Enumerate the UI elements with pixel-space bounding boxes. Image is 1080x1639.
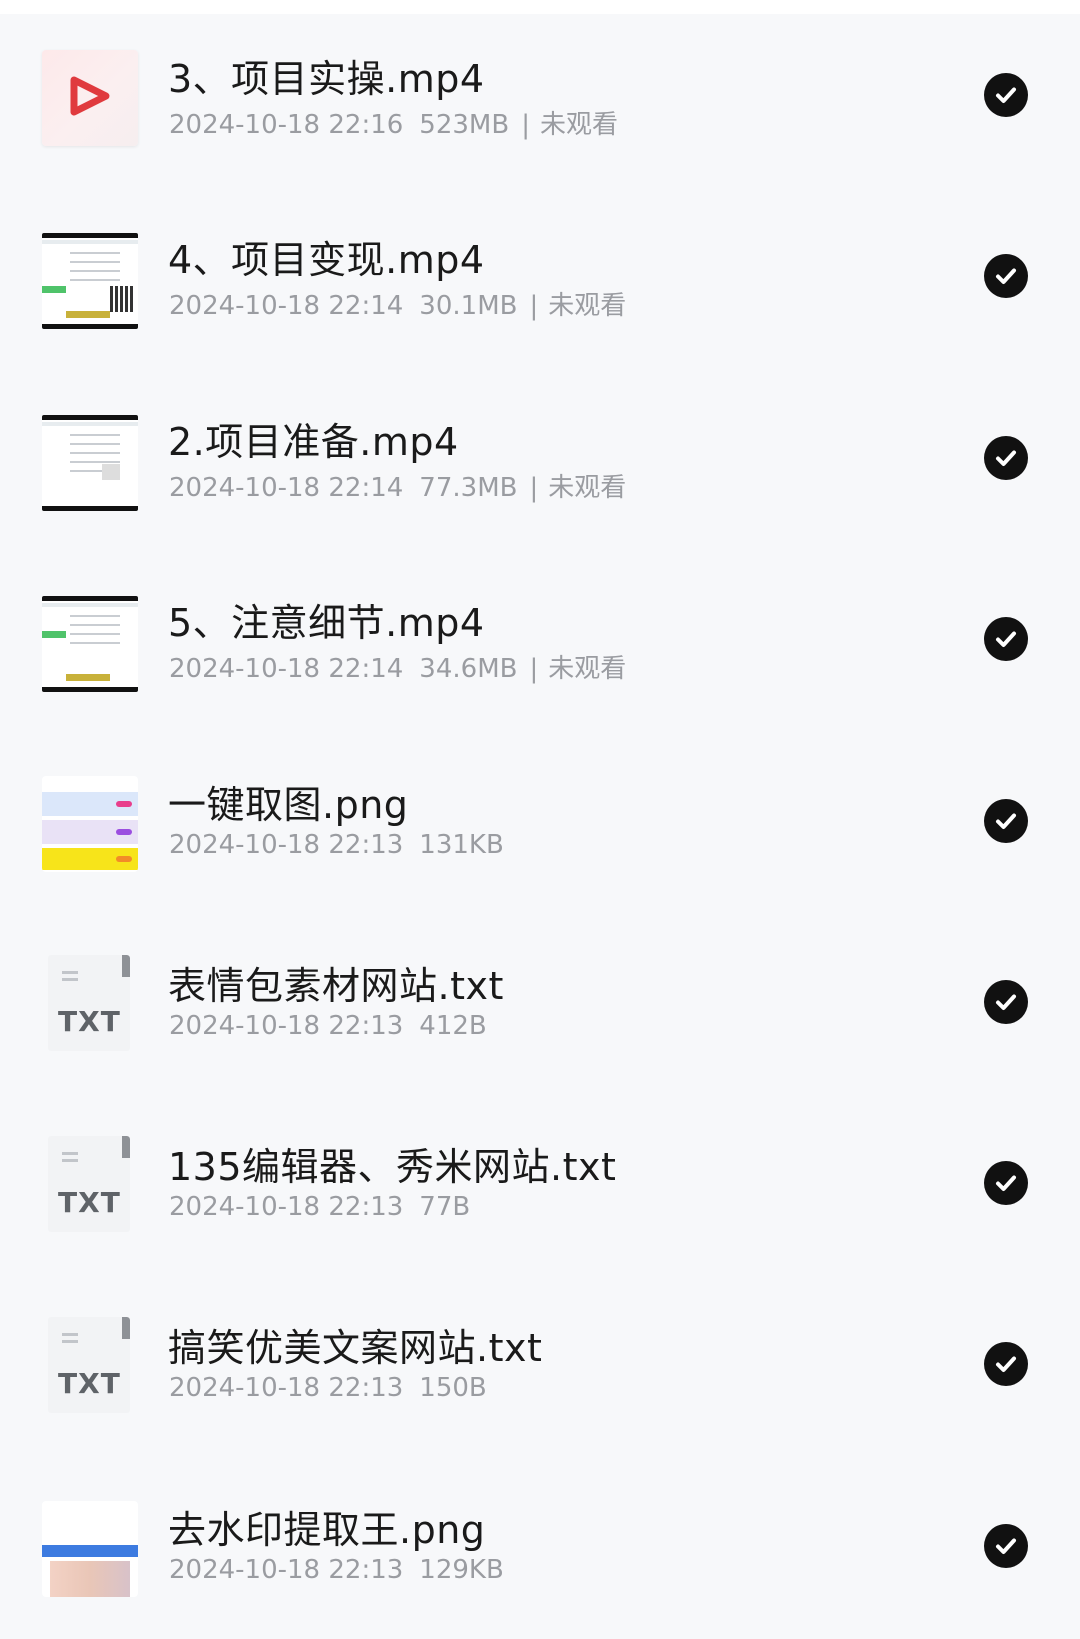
file-date: 2024-10-18 22:13 xyxy=(169,1555,404,1585)
image-thumbnail xyxy=(42,776,138,872)
file-name: 4、项目变现.mp4 xyxy=(168,238,485,282)
video-thumbnail xyxy=(42,415,138,511)
file-meta: 2024-10-18 22:13 129KB xyxy=(169,1555,520,1585)
file-date: 2024-10-18 22:13 xyxy=(169,1373,404,1403)
file-name: 135编辑器、秀米网站.txt xyxy=(168,1145,617,1189)
file-date: 2024-10-18 22:16 xyxy=(169,110,404,140)
txt-label: TXT xyxy=(58,1367,121,1400)
file-row-3[interactable]: 5、注意细节.mp4 2024-10-18 22:14 34.6MB | 未观看 xyxy=(0,592,1080,732)
file-row-6[interactable]: TXT 135编辑器、秀米网站.txt 2024-10-18 22:13 77B xyxy=(0,1136,1080,1276)
file-row-4[interactable]: 一键取图.png 2024-10-18 22:13 131KB xyxy=(0,774,1080,914)
file-date: 2024-10-18 22:14 xyxy=(169,291,404,321)
file-meta: 2024-10-18 22:13 412B xyxy=(169,1011,503,1041)
txt-file-icon: TXT xyxy=(48,1317,130,1413)
check-circle-icon[interactable] xyxy=(984,1161,1028,1205)
check-circle-icon[interactable] xyxy=(984,799,1028,843)
file-date: 2024-10-18 22:14 xyxy=(169,473,404,503)
txt-file-icon: TXT xyxy=(48,1136,130,1232)
file-name: 搞笑优美文案网站.txt xyxy=(168,1326,543,1370)
video-thumbnail xyxy=(42,233,138,329)
file-name: 5、注意细节.mp4 xyxy=(168,601,485,645)
meta-separator: | xyxy=(529,291,539,321)
file-meta: 2024-10-18 22:14 30.1MB | 未观看 xyxy=(169,285,642,322)
check-circle-icon[interactable] xyxy=(984,617,1028,661)
check-circle-icon[interactable] xyxy=(984,436,1028,480)
check-circle-icon[interactable] xyxy=(984,254,1028,298)
file-size: 30.1MB xyxy=(419,291,518,321)
file-row-7[interactable]: TXT 搞笑优美文案网站.txt 2024-10-18 22:13 150B xyxy=(0,1317,1080,1457)
file-name: 去水印提取王.png xyxy=(168,1508,486,1552)
file-meta: 2024-10-18 22:14 34.6MB | 未观看 xyxy=(169,648,642,685)
file-size: 77B xyxy=(419,1192,471,1222)
image-thumbnail xyxy=(42,1501,138,1597)
file-row-1[interactable]: 4、项目变现.mp4 2024-10-18 22:14 30.1MB | 未观看 xyxy=(0,229,1080,369)
file-row-0[interactable]: 3、项目实操.mp4 2024-10-18 22:16 523MB | 未观看 xyxy=(0,48,1080,188)
check-circle-icon[interactable] xyxy=(984,1524,1028,1568)
watch-status: 未观看 xyxy=(539,110,618,140)
file-meta: 2024-10-18 22:14 77.3MB | 未观看 xyxy=(169,467,642,504)
file-name: 一键取图.png xyxy=(168,783,409,827)
check-circle-icon[interactable] xyxy=(984,73,1028,117)
meta-separator: | xyxy=(529,473,539,503)
file-row-2[interactable]: 2.项目准备.mp4 2024-10-18 22:14 77.3MB | 未观看 xyxy=(0,411,1080,551)
file-size: 77.3MB xyxy=(419,473,518,503)
file-name: 表情包素材网站.txt xyxy=(168,964,504,1008)
meta-separator: | xyxy=(529,654,539,684)
check-circle-icon[interactable] xyxy=(984,980,1028,1024)
file-date: 2024-10-18 22:13 xyxy=(169,1011,404,1041)
meta-separator: | xyxy=(521,110,530,140)
file-name: 3、项目实操.mp4 xyxy=(168,57,485,101)
file-date: 2024-10-18 22:13 xyxy=(169,1192,404,1222)
file-size: 523MB xyxy=(419,110,510,140)
file-meta: 2024-10-18 22:13 131KB xyxy=(169,830,520,860)
file-size: 34.6MB xyxy=(419,654,518,684)
watch-status: 未观看 xyxy=(548,291,627,321)
watch-status: 未观看 xyxy=(548,654,627,684)
file-name: 2.项目准备.mp4 xyxy=(168,420,459,464)
txt-file-icon: TXT xyxy=(48,955,130,1051)
play-icon xyxy=(70,76,110,116)
top-bar xyxy=(0,0,1080,14)
watch-status: 未观看 xyxy=(548,473,627,503)
file-size: 150B xyxy=(419,1373,487,1403)
file-row-5[interactable]: TXT 表情包素材网站.txt 2024-10-18 22:13 412B xyxy=(0,955,1080,1095)
file-meta: 2024-10-18 22:13 150B xyxy=(169,1373,503,1403)
file-meta: 2024-10-18 22:16 523MB | 未观看 xyxy=(169,104,634,141)
check-circle-icon[interactable] xyxy=(984,1342,1028,1386)
file-date: 2024-10-18 22:14 xyxy=(169,654,404,684)
txt-label: TXT xyxy=(58,1186,121,1219)
txt-label: TXT xyxy=(58,1005,121,1038)
file-date: 2024-10-18 22:13 xyxy=(169,830,404,860)
file-row-8[interactable]: 去水印提取王.png 2024-10-18 22:13 129KB xyxy=(0,1499,1080,1639)
file-meta: 2024-10-18 22:13 77B xyxy=(169,1192,486,1222)
file-size: 129KB xyxy=(419,1555,504,1585)
video-thumbnail xyxy=(42,596,138,692)
file-size: 412B xyxy=(419,1011,487,1041)
video-thumbnail xyxy=(42,50,138,146)
file-size: 131KB xyxy=(419,830,504,860)
